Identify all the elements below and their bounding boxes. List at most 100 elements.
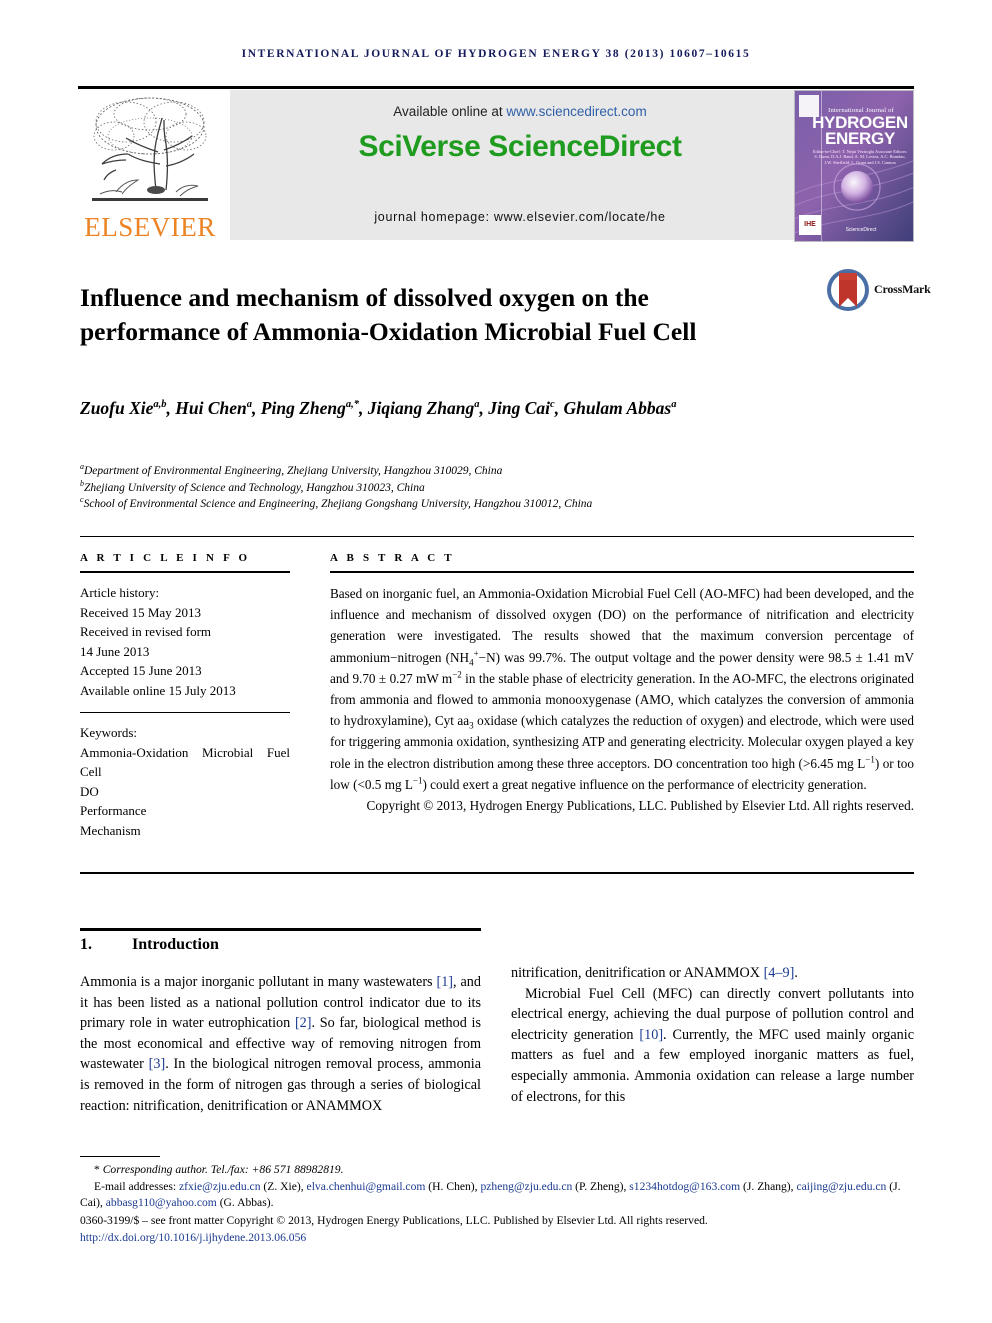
available-online-prefix: Available online at: [393, 104, 507, 119]
introduction-left-text: Ammonia is a major inorganic pollutant i…: [80, 972, 481, 1116]
abstract-body: Based on inorganic fuel, an Ammonia-Oxid…: [330, 586, 915, 792]
keyword-item: Ammonia-Oxidation Microbial Fuel Cell: [80, 744, 290, 780]
author-affiliation-mark: a,b: [153, 399, 167, 411]
elsevier-logo: ELSEVIER: [78, 90, 222, 242]
masthead-top-rule: [78, 86, 914, 89]
superscript: +: [473, 648, 479, 659]
email-addresses-note: E-mail addresses: zfxie@zju.edu.cn (Z. X…: [80, 1179, 914, 1212]
affiliation-item: aDepartment of Environmental Engineering…: [80, 463, 880, 480]
info-block-top-rule: [80, 536, 914, 538]
email-link[interactable]: elva.chenhui@gmail.com: [307, 1180, 426, 1193]
elsevier-tree-icon: [92, 97, 208, 201]
email-owner: (Z. Xie),: [260, 1179, 307, 1193]
cover-title-line2: ENERGY: [825, 129, 895, 148]
citation-reference[interactable]: [2]: [295, 1015, 312, 1031]
author-affiliation-mark: a: [474, 399, 480, 411]
journal-homepage-line: journal homepage: www.elsevier.com/locat…: [374, 210, 666, 224]
sciverse-sciencedirect-wordmark: SciVerse ScienceDirect: [358, 130, 682, 163]
affiliation-item: bZhejiang University of Science and Tech…: [80, 479, 880, 497]
abstract-heading: A B S T R A C T: [330, 552, 455, 564]
affiliation-text: School of Environmental Science and Engi…: [83, 498, 593, 510]
sciencedirect-url-link[interactable]: www.sciencedirect.com: [506, 104, 646, 119]
article-history-item: Available online 15 July 2013: [80, 682, 236, 698]
article-history-items: Received 15 May 2013 Received in revised …: [80, 603, 290, 701]
keyword-item: Performance: [80, 803, 147, 819]
body-column-left: 1. Introduction Ammonia is a major inorga…: [80, 936, 481, 1116]
introduction-title: Introduction: [132, 936, 219, 953]
email-addresses-label: E-mail addresses:: [94, 1179, 179, 1193]
info-block-bottom-rule: [80, 872, 914, 874]
corresponding-author-text: Corresponding author. Tel./fax: +86 571 …: [99, 1163, 344, 1176]
crossmark-badge[interactable]: CrossMark: [826, 268, 931, 314]
email-link[interactable]: caijing@zju.edu.cn: [796, 1180, 886, 1193]
email-link[interactable]: zfxie@zju.edu.cn: [179, 1180, 261, 1193]
keyword-item: Mechanism: [80, 822, 141, 838]
superscript: −2: [452, 669, 462, 680]
citation-reference[interactable]: [1]: [436, 974, 453, 990]
introduction-right-text: nitrification, denitrification or ANAMMO…: [511, 963, 914, 1107]
article-history-item: Received 15 May 2013: [80, 604, 201, 620]
superscript: −1: [865, 754, 875, 765]
affiliation-text: Department of Environmental Engineering,…: [84, 465, 503, 477]
subscript: 4: [469, 657, 474, 668]
author-name: Ghulam Abbas: [563, 398, 672, 418]
journal-cover-image: International Journal of HYDROGEN ENERGY…: [794, 90, 914, 242]
page-title: Influence and mechanism of dissolved oxy…: [80, 283, 697, 347]
paragraph: Ammonia is a major inorganic pollutant i…: [80, 974, 482, 1114]
subscript: 3: [469, 720, 474, 731]
author-name: Jiqiang Zhang: [367, 398, 475, 418]
footnote-block: * Corresponding author. Tel./fax: +86 57…: [80, 1162, 914, 1247]
cover-journal-title: HYDROGEN ENERGY: [809, 114, 911, 148]
author-affiliation-mark: a: [671, 399, 677, 411]
article-history-item: Accepted 15 June 2013: [80, 663, 202, 678]
doi-link[interactable]: http://dx.doi.org/10.1016/j.ijhydene.201…: [80, 1230, 914, 1247]
author-name: Ping Zheng: [260, 398, 346, 418]
abstract-copyright: Copyright © 2013, Hydrogen Energy Public…: [366, 798, 914, 814]
crossmark-label: CrossMark: [874, 282, 931, 296]
article-history: Article history: Received 15 May 2013 Rec…: [80, 583, 290, 700]
keywords-block: Keywords: Ammonia-Oxidation Microbial Fu…: [80, 723, 290, 840]
keywords-items: Ammonia-Oxidation Microbial Fuel Cell DO P…: [80, 743, 290, 841]
author-list: Zuofu Xiea,b, Hui Chena, Ping Zhenga,*, …: [80, 398, 677, 418]
email-link[interactable]: abbasg110@yahoo.com: [106, 1196, 217, 1209]
email-owner: (G. Abbas).: [216, 1196, 274, 1210]
citation-reference[interactable]: [4–9]: [764, 965, 795, 981]
elsevier-wordmark: ELSEVIER: [84, 212, 216, 242]
keywords-label: Keywords:: [80, 725, 138, 741]
cover-sciencedirect-mark: ScienceDirect: [845, 227, 877, 233]
citation-reference[interactable]: [3]: [149, 1056, 166, 1072]
body-column-right: nitrification, denitrification or ANAMMO…: [511, 963, 914, 1107]
corresponding-author-note: * Corresponding author. Tel./fax: +86 57…: [80, 1162, 914, 1179]
sciencedirect-banner: Available online at www.sciencedirect.co…: [230, 90, 810, 240]
email-link[interactable]: pzheng@zju.edu.cn: [480, 1180, 572, 1193]
article-info-rule: [80, 571, 290, 573]
crossmark-logo-icon: [827, 269, 869, 311]
keyword-item: DO: [80, 783, 99, 799]
abstract-rule: [330, 571, 914, 573]
email-link[interactable]: s1234hotdog@163.com: [629, 1180, 740, 1193]
introduction-number: 1.: [80, 936, 92, 953]
available-online-line: Available online at www.sciencedirect.co…: [230, 104, 810, 119]
superscript: −1: [412, 775, 423, 786]
author-affiliation-mark: c: [550, 399, 555, 411]
keywords-rule: [80, 712, 290, 714]
affiliation-list: aDepartment of Environmental Engineering…: [80, 463, 880, 513]
affiliation-text: Zhejiang University of Science and Techn…: [84, 481, 425, 494]
citation-reference[interactable]: [10]: [639, 1027, 663, 1043]
author-affiliation-mark: a: [246, 399, 253, 411]
article-info-heading: A R T I C L E I N F O: [80, 552, 251, 564]
article-history-item: 14 June 2013: [80, 643, 150, 659]
author-name: Zuofu Xie: [80, 398, 154, 418]
article-info-column: A R T I C L E I N F O Article history: R…: [80, 552, 290, 840]
cover-ihe-badge: IHE: [799, 215, 821, 235]
paragraph: Microbial Fuel Cell (MFC) can directly c…: [511, 985, 915, 1105]
email-owner: (H. Chen),: [425, 1179, 481, 1193]
paper-page: INTERNATIONAL JOURNAL OF HYDROGEN ENERGY…: [0, 0, 992, 1323]
affiliation-item: cSchool of Environmental Science and Eng…: [80, 496, 880, 513]
email-owner: (J. Zhang),: [740, 1179, 797, 1193]
running-head: INTERNATIONAL JOURNAL OF HYDROGEN ENERGY…: [241, 48, 751, 60]
footnote-rule: [80, 1156, 160, 1158]
author-name: Hui Chen: [175, 398, 247, 418]
article-history-item: Received in revised form: [80, 624, 212, 639]
email-owner: (P. Zheng),: [572, 1179, 630, 1193]
